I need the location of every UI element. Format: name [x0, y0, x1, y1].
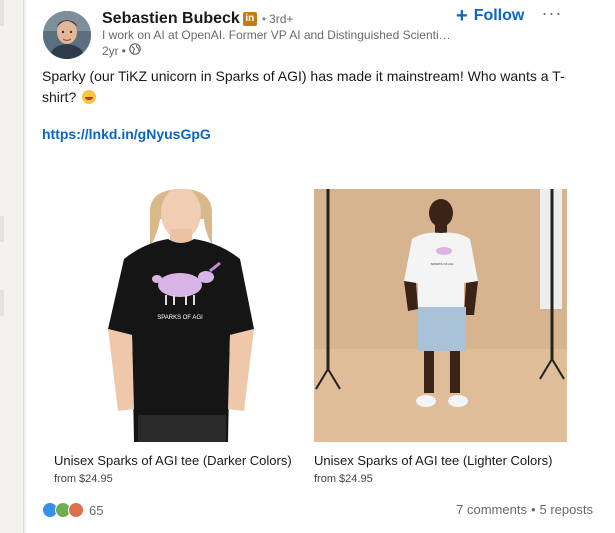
- separator-dot: •: [121, 43, 126, 58]
- divider: [23, 0, 24, 533]
- follow-label: Follow: [473, 7, 525, 24]
- product-image: SPARKS OF AGI: [54, 189, 307, 442]
- edge-marker: [0, 216, 4, 242]
- post-link[interactable]: https://lnkd.in/gNyusGpG: [42, 126, 211, 142]
- comments-count[interactable]: 7 comments: [456, 502, 527, 517]
- love-icon: [68, 502, 84, 518]
- product-card-lighter[interactable]: SPARKS OF AGI Unisex Sparks of AGI tee (…: [314, 189, 567, 489]
- connection-degree: 3rd+: [269, 12, 294, 26]
- product-image: SPARKS OF AGI: [314, 189, 567, 442]
- product-title: Unisex Sparks of AGI tee (Lighter Colors…: [314, 453, 553, 468]
- post-body: Sparky (our TiKZ unicorn in Sparks of AG…: [42, 66, 587, 108]
- laughing-emoji-icon: [82, 90, 97, 104]
- product-title: Unisex Sparks of AGI tee (Darker Colors): [54, 453, 292, 468]
- post-meta: 2yr •: [102, 43, 141, 58]
- reaction-count: 65: [89, 502, 104, 518]
- globe-icon: [129, 43, 141, 58]
- follow-button[interactable]: + Follow: [456, 4, 524, 28]
- edge-marker: [0, 290, 4, 316]
- post-card: Sebastien Bubeck in • 3rd+ I work on AI …: [26, 0, 615, 533]
- author-headline: I work on AI at OpenAI. Former VP AI and…: [102, 28, 452, 42]
- post-stats: 7 comments • 5 reposts: [456, 502, 593, 517]
- reposts-count[interactable]: 5 reposts: [540, 502, 593, 517]
- author-name[interactable]: Sebastien Bubeck: [102, 10, 240, 28]
- post-time: 2yr: [102, 43, 119, 58]
- shirt-print-text: SPARKS OF AGI: [431, 262, 454, 266]
- separator-dot: •: [261, 12, 267, 26]
- linkedin-premium-icon: in: [242, 12, 257, 26]
- product-price: from $24.95: [314, 473, 373, 485]
- more-options-button[interactable]: ···: [539, 2, 565, 28]
- edge-marker: [0, 0, 4, 26]
- post-text: Sparky (our TiKZ unicorn in Sparks of AG…: [42, 68, 565, 105]
- product-price: from $24.95: [54, 473, 113, 485]
- separator-dot: •: [530, 502, 536, 517]
- author-avatar[interactable]: [43, 11, 91, 59]
- feed-left-edge: [0, 0, 24, 533]
- plus-icon: +: [456, 5, 468, 27]
- product-card-darker[interactable]: SPARKS OF AGI Unisex Sparks of AGI tee (…: [54, 189, 307, 489]
- author-name-row: Sebastien Bubeck in • 3rd+: [102, 9, 293, 29]
- reactions-summary[interactable]: 65: [42, 502, 103, 518]
- shirt-print-text: SPARKS OF AGI: [157, 315, 203, 321]
